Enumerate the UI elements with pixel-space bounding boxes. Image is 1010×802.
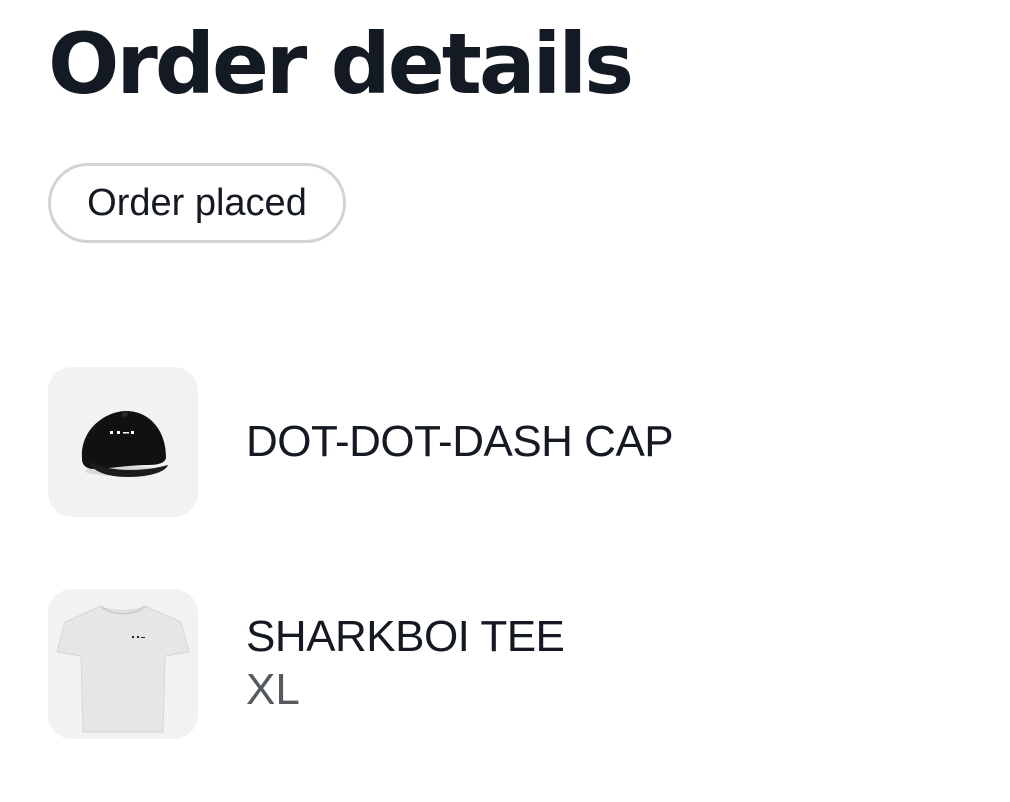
order-details-page: Order details Order placed DOT-DOT-DASH … — [0, 0, 1010, 802]
product-thumbnail — [48, 367, 198, 517]
white-tshirt-icon — [56, 605, 190, 733]
product-thumbnail — [48, 589, 198, 739]
order-item-info: SHARKBOI TEE XL — [246, 611, 565, 717]
page-title: Order details — [48, 15, 634, 113]
order-item-info: DOT-DOT-DASH CAP — [246, 416, 674, 468]
product-name: DOT-DOT-DASH CAP — [246, 417, 674, 466]
black-cap-icon — [81, 411, 168, 477]
order-status-badge: Order placed — [48, 163, 346, 243]
product-name: SHARKBOI TEE — [246, 612, 565, 661]
order-item[interactable]: SHARKBOI TEE XL — [48, 589, 565, 739]
order-item[interactable]: DOT-DOT-DASH CAP — [48, 367, 674, 517]
product-size: XL — [246, 665, 300, 714]
